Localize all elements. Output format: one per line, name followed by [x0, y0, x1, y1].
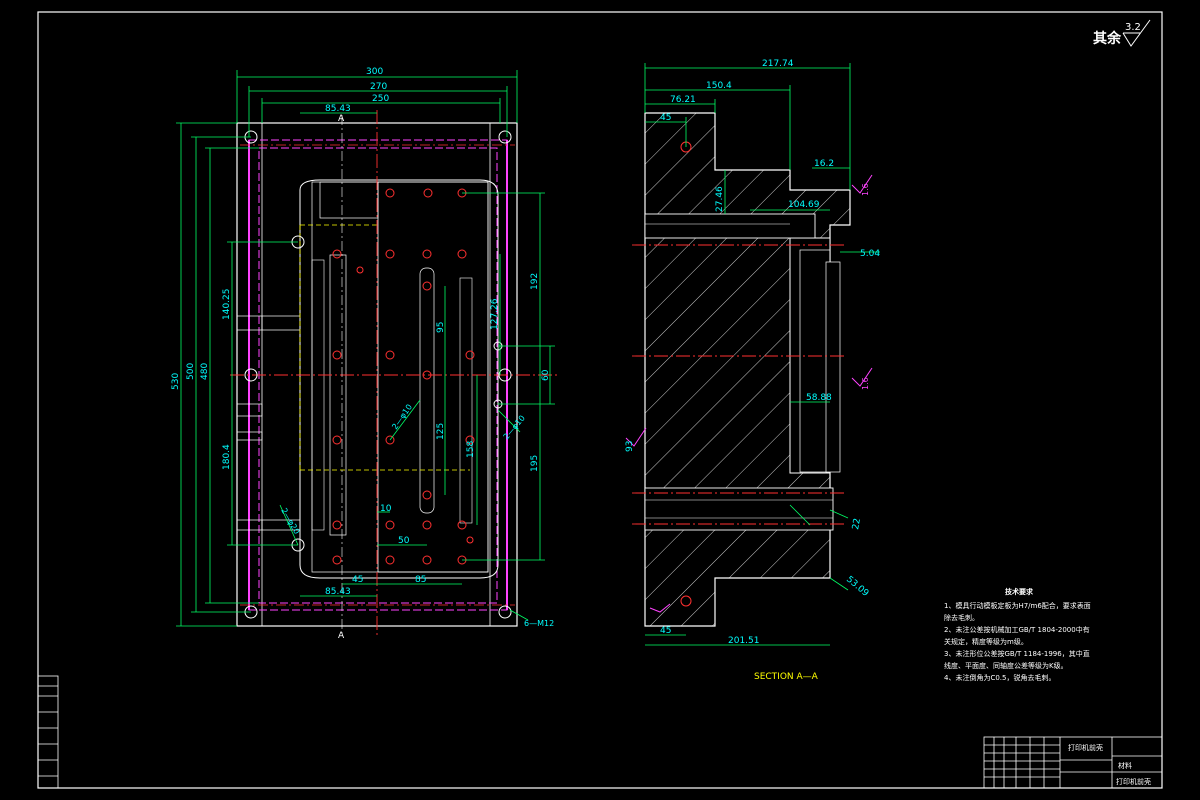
tech-note-4: 4、未注倒角为C0.5，锐角去毛刺。 — [944, 674, 1056, 682]
dim-270: 270 — [370, 82, 387, 92]
section-view: 217.74 150.4 76.21 45 16.2 27.46 104.69 … — [625, 59, 880, 682]
title-drawing: 打印机前壳 — [1116, 777, 1151, 786]
dim-300: 300 — [366, 67, 383, 77]
dim-250: 250 — [372, 94, 389, 104]
tech-notes-title: 技术要求 — [1005, 588, 1033, 596]
roughness-1-6-b: 1.6 — [861, 377, 870, 390]
dim-127-26: 127.26 — [490, 298, 500, 330]
dim-217-74: 217.74 — [762, 59, 794, 69]
dim-93: 93 — [625, 441, 635, 452]
tech-note-2: 2、未注公差按机械加工GB/T 1804-2000中有关规定，精度等级为m级。 — [944, 626, 1090, 646]
title-material: 材料 — [1118, 761, 1132, 770]
dim-500: 500 — [186, 363, 196, 380]
dim-58-88: 58.88 — [806, 393, 832, 403]
dim-50: 50 — [398, 536, 410, 546]
dim-85: 85 — [415, 575, 426, 585]
plan-view: 300 270 250 85.43 A A 530 500 480 140.25… — [171, 67, 560, 641]
dim-104-69: 104.69 — [788, 200, 820, 210]
dim-5-04: 5.04 — [860, 249, 880, 259]
dim-45: 45 — [352, 575, 363, 585]
dim-16-2: 16.2 — [814, 159, 834, 169]
section-label: SECTION A—A — [754, 672, 819, 682]
dim-45-top: 45 — [660, 113, 671, 123]
ejector-holes — [332, 188, 475, 565]
section-mark-a-bottom: A — [338, 631, 345, 641]
title-part-name: 打印机前壳 — [1068, 743, 1103, 752]
dim-125: 125 — [436, 423, 446, 440]
dim-22: 22 — [851, 518, 863, 531]
dim-6-m12: 6—M12 — [524, 619, 554, 628]
dim-2-phi20: 2—φ20 — [279, 507, 301, 536]
dim-95: 95 — [436, 322, 446, 333]
dim-192: 192 — [530, 273, 540, 290]
dim-10: 10 — [380, 504, 392, 514]
dim-480: 480 — [200, 363, 210, 380]
dim-85-43-bot: 85.43 — [325, 587, 351, 597]
dim-27-46: 27.46 — [715, 186, 725, 212]
roughness-value: 3.2 — [1125, 22, 1141, 33]
dim-45-bot: 45 — [660, 626, 671, 636]
dim-53-09: 53.09 — [844, 575, 870, 599]
dim-195: 195 — [530, 455, 540, 472]
roughness-symbol: 其余 3.2 — [1093, 19, 1151, 47]
tech-note-3: 3、未注形位公差按GB/T 1184-1996，其中直线度、平面度、同轴度公差等… — [944, 650, 1090, 670]
roughness-label: 其余 — [1093, 30, 1122, 47]
section-mark-a-top: A — [338, 114, 345, 124]
roughness-1-6-a: 1.6 — [861, 183, 870, 196]
dim-140-25: 140.25 — [222, 289, 232, 321]
dim-85-43-top: 85.43 — [325, 104, 351, 114]
dim-60: 60 — [541, 369, 551, 381]
dim-76-21: 76.21 — [670, 95, 696, 105]
dim-180-4: 180.4 — [222, 444, 232, 470]
dim-530: 530 — [171, 373, 181, 390]
revision-side-table — [37, 675, 59, 789]
dim-201-51: 201.51 — [728, 636, 760, 646]
technical-requirements: 技术要求 1、模具行动模板定板为H7/m6配合，要求表面除去毛刺。 2、未注公差… — [944, 586, 1094, 684]
dim-2-phi10: 2—φ10 — [390, 403, 414, 432]
dim-158: 158 — [466, 441, 476, 458]
tech-note-1: 1、模具行动模板定板为H7/m6配合，要求表面除去毛刺。 — [944, 602, 1091, 622]
dim-150-4: 150.4 — [706, 81, 732, 91]
